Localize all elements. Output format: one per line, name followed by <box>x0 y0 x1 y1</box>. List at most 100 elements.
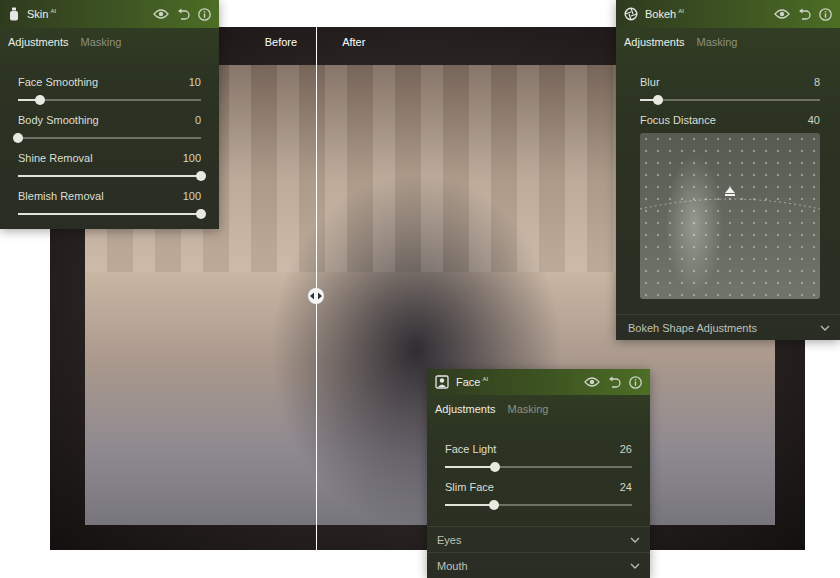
control: Blur8 <box>640 76 820 105</box>
ai-badge: AI <box>482 376 488 382</box>
tab[interactable]: Adjustments <box>435 403 496 415</box>
control-value: 8 <box>814 76 820 89</box>
ai-badge: AI <box>50 8 56 14</box>
control-label: Slim Face <box>445 481 494 494</box>
section-label: Mouth <box>437 560 468 572</box>
control-row: Face Smoothing 10 <box>18 76 201 89</box>
header-actions <box>153 8 211 21</box>
slider[interactable] <box>18 133 201 143</box>
slider[interactable] <box>445 462 632 472</box>
collapsible-section[interactable]: Eyes <box>427 526 650 552</box>
panel-header: FaceAI <box>427 369 650 395</box>
slider[interactable] <box>18 95 201 105</box>
depth-map[interactable] <box>640 133 820 299</box>
control: Blemish Removal 100 <box>18 190 201 219</box>
header-actions <box>774 8 832 21</box>
adjustment-panel: BokehAI Adjustments Masking Blur8 Focus Dist… <box>616 0 840 340</box>
editor-canvas: BeforeAfterSkinAIAdjustmentsMaskingFace … <box>0 0 840 578</box>
control-value: 10 <box>189 76 201 89</box>
panel-tabs: Adjustments Masking <box>427 395 650 423</box>
slider-knob[interactable] <box>196 209 206 219</box>
control-value: 0 <box>195 114 201 127</box>
undo-icon[interactable] <box>608 376 621 389</box>
tab[interactable]: Masking <box>697 36 738 48</box>
section-list: Eyes Mouth <box>427 526 650 578</box>
focus-marker[interactable] <box>725 186 735 195</box>
control-list: Blur8 Focus Distance 40 <box>616 56 840 299</box>
panel-header: SkinAI <box>0 0 219 28</box>
panel-title: SkinAI <box>27 8 56 20</box>
slider[interactable] <box>640 95 820 105</box>
portrait-icon <box>435 375 449 389</box>
control-label: Body Smoothing <box>18 114 99 127</box>
info-icon[interactable] <box>198 8 211 21</box>
panel-header: BokehAI <box>616 0 840 28</box>
tab[interactable]: Masking <box>81 36 122 48</box>
slider-fill <box>18 175 201 177</box>
control-label: Blemish Removal <box>18 190 104 203</box>
control-row: Blemish Removal 100 <box>18 190 201 203</box>
slider-knob[interactable] <box>196 171 206 181</box>
control-value: 100 <box>183 190 201 203</box>
eye-icon[interactable] <box>584 376 600 388</box>
collapsible-section[interactable]: Mouth <box>427 552 650 578</box>
tab[interactable]: Adjustments <box>624 36 685 48</box>
slider-fill <box>445 466 495 468</box>
slider-track <box>18 137 201 139</box>
info-icon[interactable] <box>629 376 642 389</box>
collapsible-section[interactable]: Bokeh Shape Adjustments <box>616 314 840 340</box>
control-value: 26 <box>620 443 632 456</box>
eye-icon[interactable] <box>774 8 790 20</box>
adjustment-panel: SkinAI Adjustments Masking Face Smoothing 10… <box>0 0 219 229</box>
slider-knob[interactable] <box>13 133 23 143</box>
slider-knob[interactable] <box>490 462 500 472</box>
adjustment-panel: FaceAI Adjustments Masking Face Light26 Slim… <box>427 369 650 578</box>
compare-handle[interactable] <box>308 288 324 304</box>
slider-knob[interactable] <box>653 95 663 105</box>
undo-icon[interactable] <box>177 8 190 21</box>
control: Slim Face24 <box>445 481 632 510</box>
after-label: After <box>342 36 365 48</box>
control-label: Face Smoothing <box>18 76 98 89</box>
control-value: 40 <box>808 114 820 127</box>
control-label: Focus Distance <box>640 114 716 127</box>
control: Shine Removal100 <box>18 152 201 181</box>
tab[interactable]: Masking <box>508 403 549 415</box>
slider-knob[interactable] <box>35 95 45 105</box>
control-row: Face Light26 <box>445 443 632 456</box>
slider-knob[interactable] <box>489 500 499 510</box>
slider-fill <box>18 213 201 215</box>
chevron-down-icon <box>820 325 830 331</box>
slider[interactable] <box>18 171 201 181</box>
panel-tabs: Adjustments Masking <box>0 28 219 56</box>
compare-divider[interactable]: BeforeAfter <box>316 27 317 550</box>
control-list: Face Light26 Slim Face24 <box>427 423 650 510</box>
panel-tabs: Adjustments Masking <box>616 28 840 56</box>
control-list: Face Smoothing 10 Body Smoothing 0 Shine Rem… <box>0 56 219 219</box>
ai-badge: AI <box>678 8 684 14</box>
aperture-icon <box>624 7 638 21</box>
control-label: Shine Removal <box>18 152 93 165</box>
slider-fill <box>445 504 494 506</box>
slider-track <box>18 99 201 101</box>
section-label: Bokeh Shape Adjustments <box>628 322 757 334</box>
control-row: Slim Face24 <box>445 481 632 494</box>
section-label: Eyes <box>437 534 461 546</box>
control-row: Shine Removal100 <box>18 152 201 165</box>
before-label: Before <box>265 36 297 48</box>
chevron-down-icon <box>630 563 640 569</box>
slider[interactable] <box>18 209 201 219</box>
chevron-down-icon <box>630 537 640 543</box>
control: Focus Distance 40 <box>640 114 820 299</box>
control-row: Blur8 <box>640 76 820 89</box>
section-list: Bokeh Shape Adjustments <box>616 314 840 340</box>
focus-plane-icon <box>640 133 820 299</box>
panel-title: BokehAI <box>645 8 684 20</box>
slider-track <box>640 99 820 101</box>
eye-icon[interactable] <box>153 8 169 20</box>
control-row: Body Smoothing 0 <box>18 114 201 127</box>
tab[interactable]: Adjustments <box>8 36 69 48</box>
slider[interactable] <box>445 500 632 510</box>
info-icon[interactable] <box>819 8 832 21</box>
undo-icon[interactable] <box>798 8 811 21</box>
